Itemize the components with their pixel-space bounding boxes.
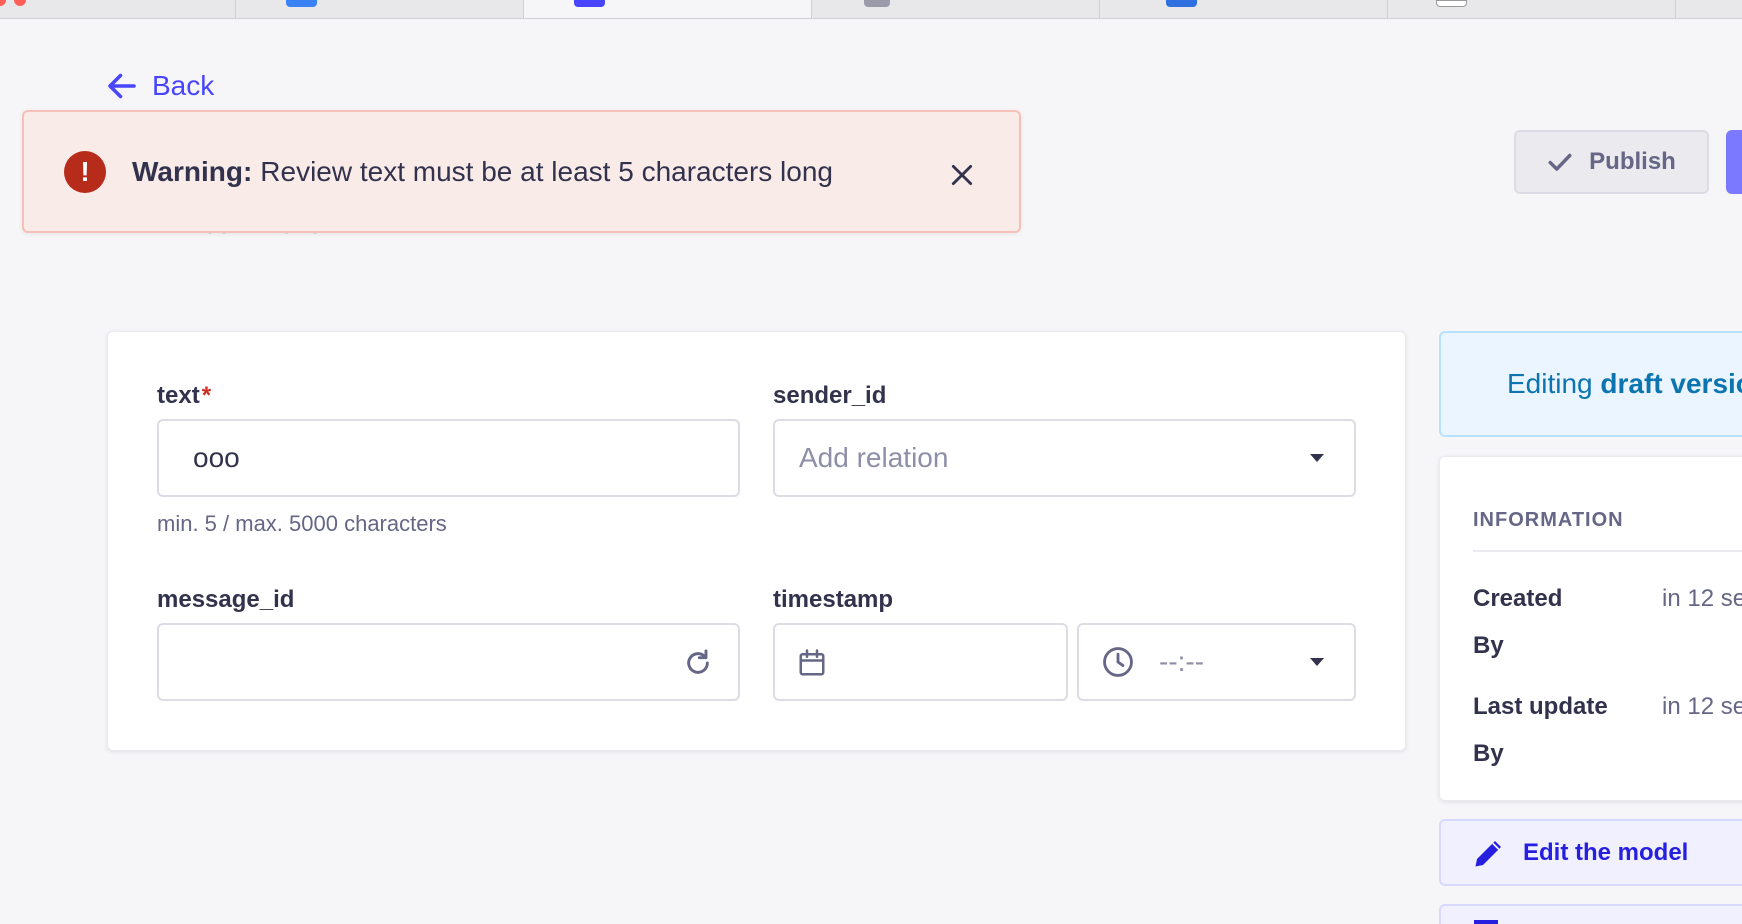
- tab-favicon-icon: [286, 0, 317, 7]
- edit-form-card: text* ooo min. 5 / max. 5000 characters …: [107, 331, 1406, 751]
- check-icon: [1548, 153, 1572, 171]
- alert-text: Warning: Review text must be at least 5 c…: [132, 156, 833, 188]
- chevron-down-icon: [1310, 658, 1324, 666]
- publish-label: Publish: [1589, 148, 1676, 175]
- information-title: INFORMATION: [1473, 509, 1624, 531]
- draft-status-box: Editing draft version: [1439, 331, 1742, 437]
- back-label: Back: [152, 70, 215, 101]
- sender-id-placeholder: Add relation: [799, 442, 949, 473]
- close-icon[interactable]: [949, 162, 975, 188]
- timestamp-label: timestamp: [773, 586, 894, 613]
- save-button[interactable]: [1726, 130, 1742, 194]
- draft-status-text: Editing draft version: [1507, 368, 1742, 400]
- sender-id-label: sender_id: [773, 382, 887, 409]
- text-field-label: text*: [157, 382, 211, 410]
- created-label: Created: [1473, 585, 1563, 612]
- tab-favicon-icon: [1436, 0, 1467, 7]
- pencil-icon: [1475, 840, 1501, 866]
- sender-id-select[interactable]: Add relation: [773, 419, 1356, 497]
- alert-message: Review text must be at least 5 character…: [260, 155, 833, 187]
- publish-button[interactable]: Publish: [1514, 130, 1709, 194]
- warning-alert: ! Warning: Review text must be at least 5…: [22, 110, 1021, 233]
- information-panel: INFORMATION Created in 12 seconds By Las…: [1439, 456, 1742, 801]
- tab-favicon-icon: [1166, 0, 1197, 7]
- browser-tab-active[interactable]: [523, 0, 811, 18]
- calendar-icon: [799, 649, 825, 676]
- browser-tab-6[interactable]: [1675, 0, 1742, 18]
- text-hint: min. 5 / max. 5000 characters: [157, 511, 447, 536]
- divider: [1473, 550, 1742, 552]
- arrow-left-icon: [108, 73, 136, 99]
- message-id-label: message_id: [157, 586, 295, 613]
- last-update-label: Last update: [1473, 693, 1608, 720]
- window-controls[interactable]: [0, 0, 28, 6]
- date-input[interactable]: [773, 623, 1068, 701]
- browser-tab-5[interactable]: [1387, 0, 1675, 18]
- list-icon: [1474, 920, 1498, 924]
- last-update-value: in 12 seconds: [1662, 693, 1742, 720]
- exclamation-icon: !: [64, 150, 106, 193]
- chevron-down-icon: [1310, 454, 1324, 462]
- required-marker: *: [201, 382, 212, 409]
- browser-tab-3[interactable]: [811, 0, 1099, 18]
- draft-emphasis: draft version: [1600, 368, 1742, 399]
- time-select[interactable]: --:--: [1077, 623, 1356, 701]
- edit-model-button[interactable]: Edit the model: [1439, 819, 1742, 886]
- created-by-label: By: [1473, 632, 1504, 659]
- refresh-icon[interactable]: [682, 647, 714, 679]
- message-id-input[interactable]: [157, 623, 740, 701]
- text-input-value: ooo: [193, 442, 240, 473]
- updated-by-label: By: [1473, 740, 1504, 767]
- created-value: in 12 seconds: [1662, 585, 1742, 612]
- browser-tab-strip: [0, 0, 1742, 19]
- edit-model-label: Edit the model: [1523, 838, 1689, 866]
- time-placeholder: --:--: [1159, 646, 1205, 677]
- alert-title: Warning:: [132, 155, 253, 187]
- draft-prefix: Editing: [1507, 368, 1601, 399]
- text-label: text: [157, 382, 200, 409]
- configure-view-button[interactable]: [1439, 904, 1742, 924]
- back-link[interactable]: Back: [104, 68, 214, 104]
- clock-icon: [1103, 647, 1133, 677]
- text-input[interactable]: ooo: [157, 419, 740, 497]
- document-favicon-icon: [864, 0, 890, 7]
- browser-tab-4[interactable]: [1099, 0, 1387, 18]
- browser-tab-1[interactable]: [235, 0, 523, 18]
- strapi-favicon-icon: [574, 0, 605, 7]
